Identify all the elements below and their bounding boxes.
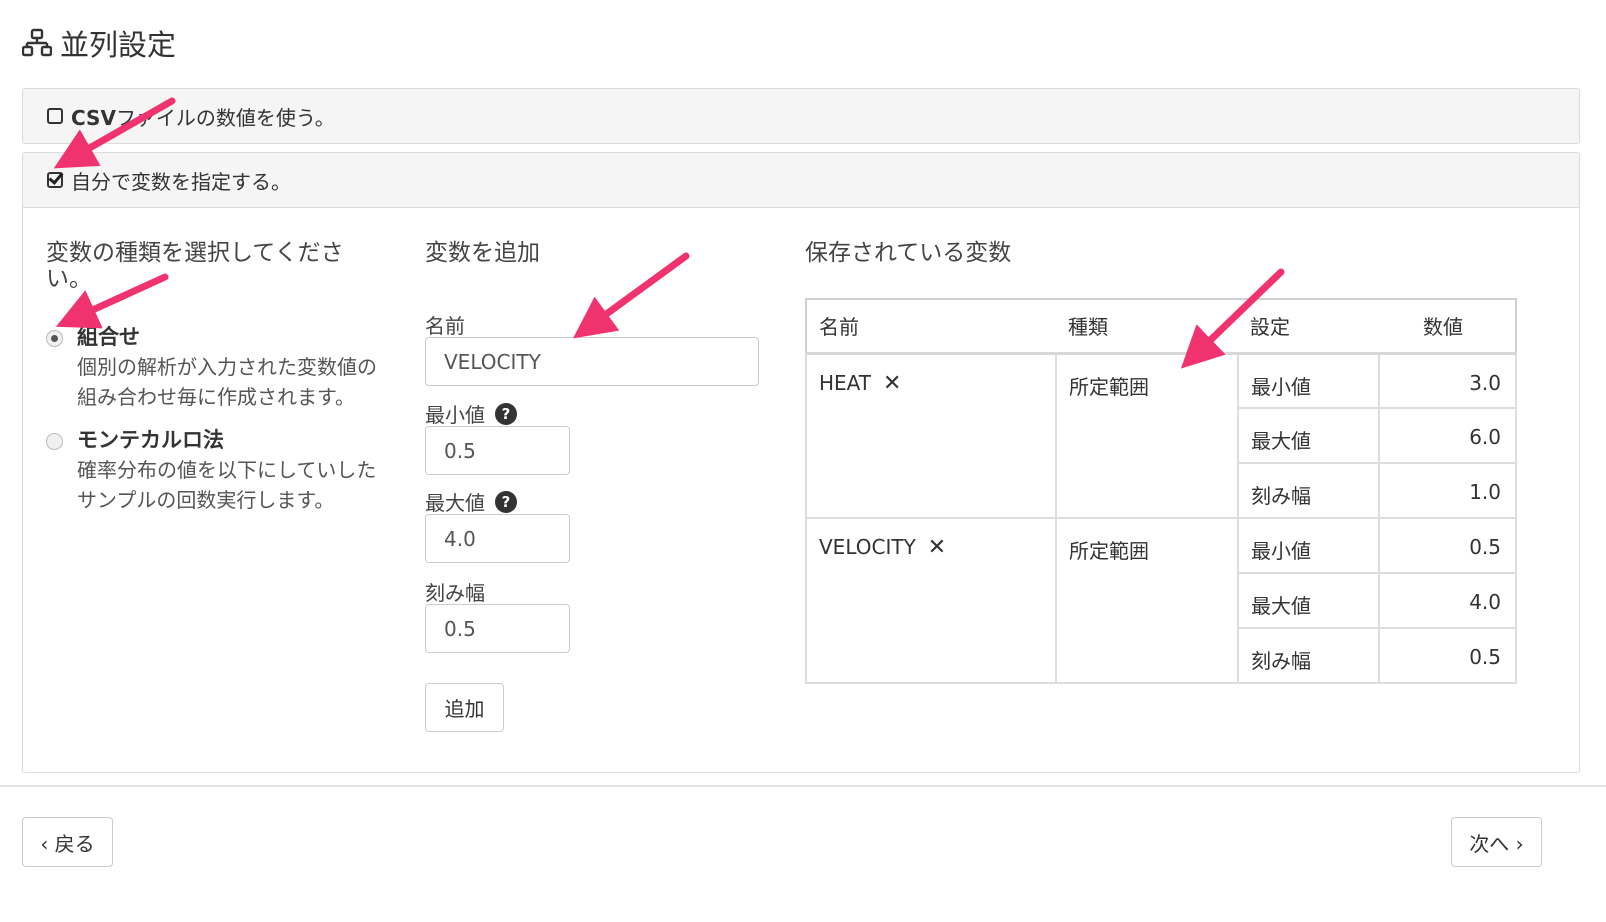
csv-checkbox[interactable] — [47, 108, 63, 124]
var-name-cell: HEAT ✕ — [805, 352, 1057, 519]
max-label-text: 最大値 — [425, 491, 485, 515]
manual-checkbox[interactable] — [47, 172, 63, 188]
setting-value: 3.0 — [1378, 352, 1517, 409]
add-variable-title: 変数を追加 — [425, 240, 540, 266]
footer-divider — [0, 785, 1606, 787]
manual-option-panel[interactable]: 自分で変数を指定する。 — [22, 152, 1580, 208]
setting-label: 最大値 — [1237, 407, 1380, 464]
radio-combination-label: 組合せ — [77, 325, 140, 349]
page-title-text: 並列設定 — [60, 28, 177, 62]
setting-label: 刻み幅 — [1237, 627, 1380, 684]
name-label-text: 名前 — [425, 314, 465, 338]
page-title: 並列設定 — [22, 22, 176, 64]
step-label-text: 刻み幅 — [425, 581, 485, 605]
add-button[interactable]: 追加 — [425, 683, 504, 732]
radio-monte-carlo-desc: 確率分布の値を以下にしていしたサンプルの回数実行します。 — [77, 458, 377, 512]
var-name: VELOCITY — [819, 535, 916, 559]
csv-option-label: CSVファイルの数値を使う。 — [71, 102, 335, 131]
csv-option-panel[interactable]: CSVファイルの数値を使う。 — [22, 88, 1580, 144]
var-type-cell: 所定範囲 — [1055, 352, 1239, 519]
min-label: 最小値 ? — [425, 399, 517, 428]
setting-value: 4.0 — [1378, 572, 1517, 629]
col-name: 名前 — [806, 299, 1056, 355]
max-input[interactable]: 4.0 — [425, 514, 570, 563]
radio-monte-carlo-input[interactable] — [46, 433, 63, 450]
csv-option-rest: ファイルの数値を使う。 — [115, 105, 335, 130]
min-label-text: 最小値 — [425, 403, 485, 427]
delete-icon[interactable]: ✕ — [883, 371, 901, 396]
sitemap-icon — [22, 28, 52, 57]
setting-label: 最小値 — [1237, 352, 1380, 409]
name-label: 名前 — [425, 310, 465, 339]
name-input[interactable]: VELOCITY — [425, 337, 759, 386]
step-label: 刻み幅 — [425, 577, 485, 606]
saved-variables-title: 保存されている変数 — [805, 240, 1012, 266]
setting-value: 0.5 — [1378, 517, 1517, 574]
setting-label: 最小値 — [1237, 517, 1380, 574]
setting-value: 6.0 — [1378, 407, 1517, 464]
var-name: HEAT — [819, 370, 872, 395]
col-type: 種類 — [1056, 299, 1238, 355]
step-input[interactable]: 0.5 — [425, 604, 570, 653]
setting-value: 0.5 — [1378, 627, 1517, 684]
setting-label: 最大値 — [1237, 572, 1380, 629]
delete-icon[interactable]: ✕ — [928, 535, 946, 560]
next-button[interactable]: 次へ › — [1451, 817, 1542, 867]
manual-option-label: 自分で変数を指定する。 — [71, 169, 291, 194]
radio-combination-desc: 個別の解析が入力された変数値の組み合わせ毎に作成されます。 — [77, 355, 377, 409]
radio-combination-input[interactable] — [46, 330, 63, 347]
max-help-icon[interactable]: ? — [495, 490, 517, 513]
saved-variables-table: 名前 種類 設定 数値 HEAT ✕ 所定範囲 最小値 3.0 最大値 6.0 刻… — [805, 298, 1517, 684]
csv-option-prefix: CSV — [71, 105, 116, 130]
var-name-cell: VELOCITY ✕ — [805, 517, 1057, 684]
table-row: HEAT ✕ 所定範囲 最小値 3.0 — [805, 352, 1517, 519]
setting-label: 刻み幅 — [1237, 462, 1380, 519]
setting-value: 1.0 — [1378, 462, 1517, 519]
radio-monte-carlo-label: モンテカルロ法 — [77, 428, 224, 452]
col-setting: 設定 — [1238, 299, 1379, 355]
min-input[interactable]: 0.5 — [425, 426, 570, 475]
table-row: VELOCITY ✕ 所定範囲 最小値 0.5 — [805, 517, 1517, 684]
table-header-row: 名前 種類 設定 数値 — [806, 299, 1516, 355]
back-button[interactable]: ‹ 戻る — [22, 817, 113, 867]
min-help-icon[interactable]: ? — [495, 402, 517, 425]
var-type-cell: 所定範囲 — [1055, 517, 1239, 684]
radio-combination[interactable]: 組合せ 個別の解析が入力された変数値の組み合わせ毎に作成されます。 — [46, 322, 387, 412]
max-label: 最大値 ? — [425, 487, 517, 516]
col-value: 数値 — [1379, 299, 1516, 355]
radio-monte-carlo[interactable]: モンテカルロ法 確率分布の値を以下にしていしたサンプルの回数実行します。 — [46, 425, 387, 515]
variable-type-title: 変数の種類を選択してください。 — [46, 240, 344, 293]
